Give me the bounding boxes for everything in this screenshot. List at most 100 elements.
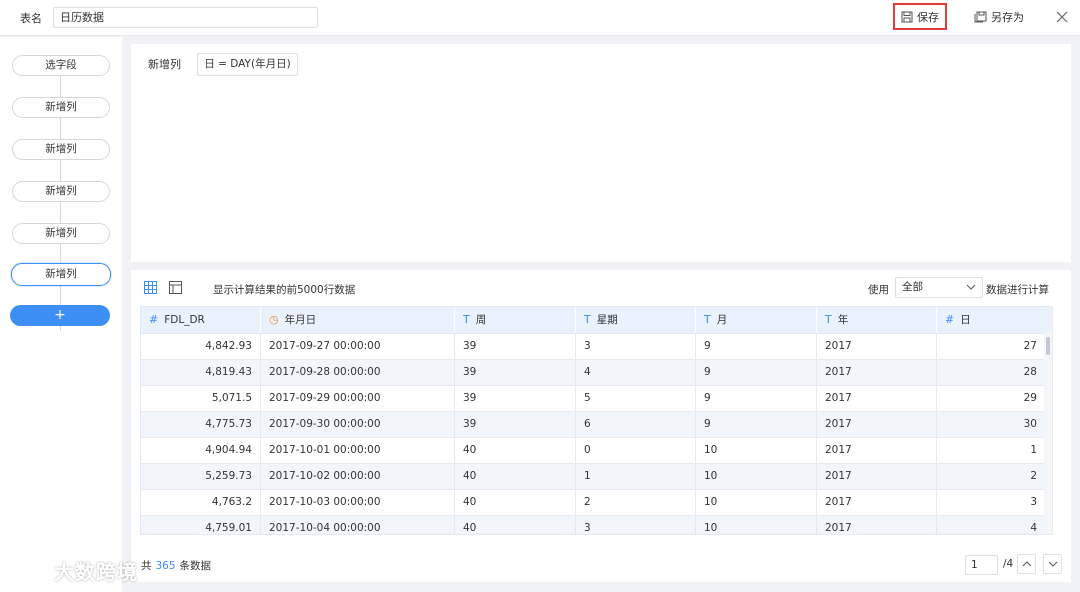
table-cell: 2017-09-27 00:00:00 bbox=[261, 334, 455, 359]
number-type-icon: # bbox=[945, 313, 955, 326]
table-cell: 1 bbox=[576, 464, 696, 489]
text-type-icon: T bbox=[463, 313, 470, 326]
preview-caption: 显示计算结果的前5000行数据 bbox=[213, 284, 356, 296]
step-new-column-3[interactable]: 新增列 bbox=[12, 181, 110, 202]
table-cell: 2017-09-29 00:00:00 bbox=[261, 386, 455, 411]
column-header[interactable]: T 星期 bbox=[576, 307, 696, 333]
save-as-label: 另存为 bbox=[991, 11, 1024, 24]
next-page-button[interactable] bbox=[1043, 554, 1062, 574]
table-row[interactable]: 4,842.93 2017-09-27 00:00:00 39 3 9 2017 27 bbox=[141, 333, 1046, 359]
table-row[interactable]: 4,819.43 2017-09-28 00:00:00 39 4 9 2017 28 bbox=[141, 359, 1046, 385]
table-cell: 39 bbox=[455, 360, 576, 385]
table-cell: 3 bbox=[576, 516, 696, 534]
table-cell: 4 bbox=[937, 516, 1046, 534]
step-new-column-5-active[interactable]: 新增列 bbox=[11, 263, 111, 286]
table-cell: 9 bbox=[696, 360, 817, 385]
table-cell: 10 bbox=[696, 438, 817, 463]
table-view-icon[interactable] bbox=[169, 281, 182, 294]
scrollbar-thumb[interactable] bbox=[1046, 337, 1050, 355]
table-cell: 0 bbox=[576, 438, 696, 463]
table-cell: 39 bbox=[455, 412, 576, 437]
table-cell: 2 bbox=[576, 490, 696, 515]
formula-panel: 新增列 日 = DAY(年月日) bbox=[131, 44, 1071, 262]
table-cell: 4,763.2 bbox=[141, 490, 261, 515]
chevron-down-icon bbox=[1048, 561, 1057, 567]
table-cell: 27 bbox=[937, 334, 1046, 359]
table-header: # FDL_DR ◷ 年月日 T周 T 星期 T月 T年 # 日 bbox=[141, 307, 1052, 333]
table-row[interactable]: 5,071.5 2017-09-29 00:00:00 39 5 9 2017 29 bbox=[141, 385, 1046, 411]
table-row[interactable]: 4,763.2 2017-10-03 00:00:00 40 2 10 2017 3 bbox=[141, 489, 1046, 515]
watermark: 大数跨境 bbox=[6, 556, 138, 585]
table-cell: 5,259.73 bbox=[141, 464, 261, 489]
column-header[interactable]: # 日 bbox=[937, 307, 1052, 333]
text-type-icon: T bbox=[704, 313, 711, 326]
table-cell: 2017-10-04 00:00:00 bbox=[261, 516, 455, 534]
table-row[interactable]: 4,759.01 2017-10-04 00:00:00 40 3 10 2017 4 bbox=[141, 515, 1046, 534]
table-cell: 29 bbox=[937, 386, 1046, 411]
table-cell: 2017 bbox=[817, 490, 937, 515]
table-row[interactable]: 5,259.73 2017-10-02 00:00:00 40 1 10 2017 2 bbox=[141, 463, 1046, 489]
table-name-input[interactable]: 日历数据 bbox=[53, 7, 318, 28]
table-cell: 9 bbox=[696, 386, 817, 411]
table-cell: 5 bbox=[576, 386, 696, 411]
data-range-select[interactable]: 全部 bbox=[895, 277, 983, 298]
column-header[interactable]: T周 bbox=[455, 307, 576, 333]
table-cell: 40 bbox=[455, 438, 576, 463]
step-new-column-4[interactable]: 新增列 bbox=[12, 223, 110, 244]
formula-expression[interactable]: 日 = DAY(年月日) bbox=[197, 53, 298, 76]
step-new-column-2[interactable]: 新增列 bbox=[12, 139, 110, 160]
table-cell: 2017 bbox=[817, 516, 937, 534]
top-bar: 表名 日历数据 保存 另存为 bbox=[0, 0, 1080, 36]
text-type-icon: T bbox=[584, 313, 591, 326]
use-suffix: 数据进行计算 bbox=[986, 284, 1049, 296]
use-label: 使用 bbox=[868, 284, 889, 296]
column-header[interactable]: T月 bbox=[696, 307, 817, 333]
page-input[interactable]: 1 bbox=[965, 555, 998, 575]
table-row[interactable]: 4,904.94 2017-10-01 00:00:00 40 0 10 2017 1 bbox=[141, 437, 1046, 463]
table-cell: 40 bbox=[455, 490, 576, 515]
column-header[interactable]: # FDL_DR bbox=[141, 307, 261, 333]
step-sidebar: 选字段 新增列 新增列 新增列 新增列 新增列 + bbox=[0, 37, 122, 592]
step-select-fields[interactable]: 选字段 bbox=[12, 55, 110, 76]
clock-icon: ◷ bbox=[269, 313, 279, 326]
table-cell: 9 bbox=[696, 412, 817, 437]
table-cell: 5,071.5 bbox=[141, 386, 261, 411]
table-cell: 3 bbox=[576, 334, 696, 359]
save-as-button[interactable]: 另存为 bbox=[974, 9, 1024, 25]
table-name-label: 表名 bbox=[20, 12, 42, 25]
save-button[interactable]: 保存 bbox=[893, 3, 947, 30]
chevron-up-icon bbox=[1022, 561, 1031, 567]
row-count: 共 365 条数据 bbox=[141, 560, 212, 572]
column-header[interactable]: ◷ 年月日 bbox=[261, 307, 455, 333]
table-scrollbar[interactable] bbox=[1044, 333, 1052, 534]
table-cell: 39 bbox=[455, 334, 576, 359]
data-table: # FDL_DR ◷ 年月日 T周 T 星期 T月 T年 # 日 4,842.93 201… bbox=[140, 306, 1053, 535]
page-total: /4 bbox=[1003, 558, 1014, 570]
table-cell: 10 bbox=[696, 490, 817, 515]
grid-view-icon[interactable] bbox=[144, 281, 157, 294]
formula-label: 新增列 bbox=[148, 58, 181, 71]
watermark-logo-icon bbox=[8, 561, 44, 581]
table-cell: 4,759.01 bbox=[141, 516, 261, 534]
step-new-column-1[interactable]: 新增列 bbox=[12, 97, 110, 118]
table-cell: 10 bbox=[696, 516, 817, 534]
text-type-icon: T bbox=[825, 313, 832, 326]
table-cell: 2017 bbox=[817, 438, 937, 463]
table-row[interactable]: 4,775.73 2017-09-30 00:00:00 39 6 9 2017 30 bbox=[141, 411, 1046, 437]
table-cell: 40 bbox=[455, 464, 576, 489]
close-icon[interactable] bbox=[1055, 10, 1069, 24]
table-cell: 1 bbox=[937, 438, 1046, 463]
column-header[interactable]: T年 bbox=[817, 307, 937, 333]
table-cell: 28 bbox=[937, 360, 1046, 385]
table-cell: 2017-09-28 00:00:00 bbox=[261, 360, 455, 385]
table-cell: 39 bbox=[455, 386, 576, 411]
save-as-icon bbox=[974, 11, 987, 23]
table-cell: 9 bbox=[696, 334, 817, 359]
data-preview-panel: 显示计算结果的前5000行数据 使用 全部 数据进行计算 # FDL_DR ◷ 年月… bbox=[131, 270, 1071, 582]
table-cell: 2017 bbox=[817, 360, 937, 385]
table-cell: 6 bbox=[576, 412, 696, 437]
table-cell: 4,904.94 bbox=[141, 438, 261, 463]
add-step-button[interactable]: + bbox=[10, 305, 110, 326]
prev-page-button[interactable] bbox=[1017, 554, 1036, 574]
table-cell: 2017 bbox=[817, 334, 937, 359]
